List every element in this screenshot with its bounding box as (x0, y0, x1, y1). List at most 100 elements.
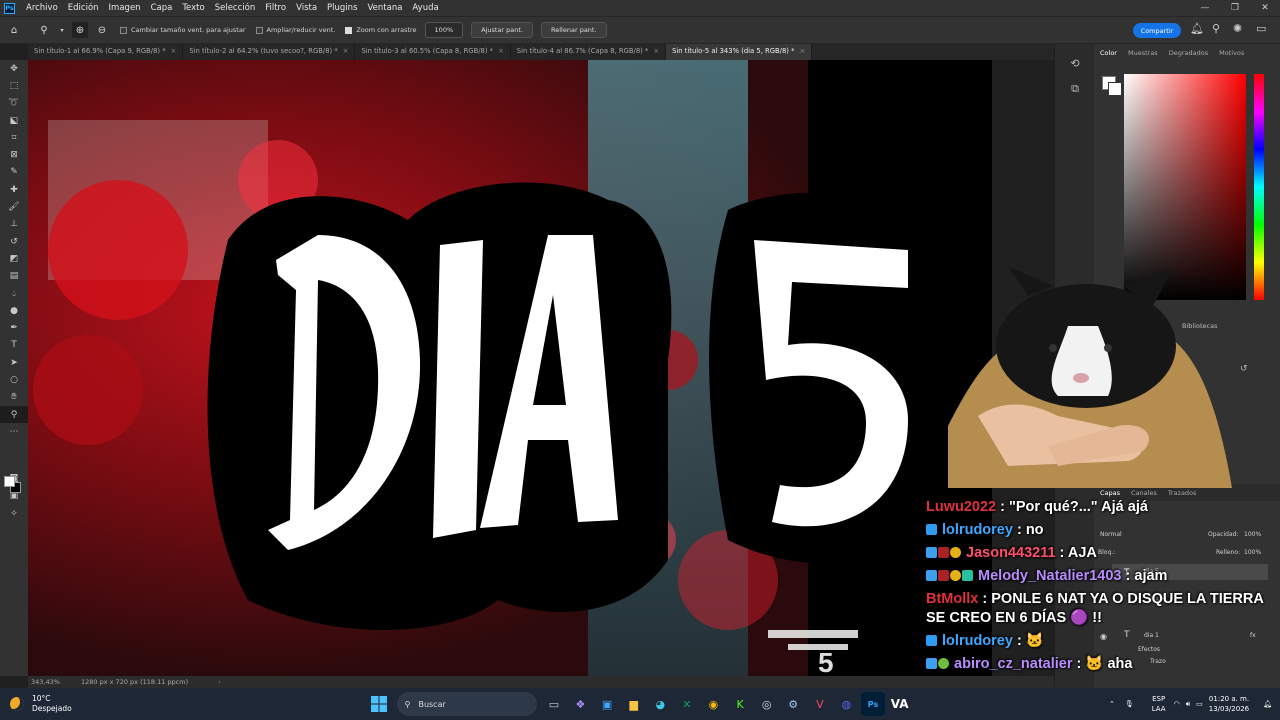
tab-doc-5[interactable]: Sin título-5 al 343% (dia 5, RGB/8) * × (666, 44, 813, 60)
discord-icon[interactable]: ◍ (834, 692, 858, 716)
zoom-readout[interactable]: 343,43% (31, 678, 81, 686)
menu-plugins[interactable]: Plugins (322, 3, 362, 13)
brush-tool-icon[interactable]: 🖌︎ (0, 198, 28, 215)
menu-texto[interactable]: Texto (177, 3, 209, 13)
resize-windows-checkbox[interactable]: Cambiar tamaño vent. para ajustar (120, 26, 246, 34)
more-tools-icon[interactable]: ⋯ (0, 423, 28, 440)
blur-tool-icon[interactable]: 💧︎ (0, 285, 28, 302)
valorant-icon[interactable]: V (808, 692, 832, 716)
steam-icon[interactable]: ⚙ (781, 692, 805, 716)
menu-vista[interactable]: Vista (291, 3, 322, 13)
menu-seleccion[interactable]: Selección (210, 3, 261, 13)
language-indicator[interactable]: ESP LAA (1152, 694, 1166, 714)
document-info[interactable]: 1280 px x 720 px (118.11 ppcm) (81, 678, 188, 686)
shape-tool-icon[interactable]: ○ (0, 371, 28, 388)
history-icon[interactable]: ⟲ (1055, 50, 1095, 76)
stamp-tool-icon[interactable]: ⊥ (0, 216, 28, 233)
menu-imagen[interactable]: Imagen (104, 3, 146, 13)
folder-icon[interactable]: ▆ (622, 692, 646, 716)
workspace-icon[interactable]: ▭ (1256, 22, 1266, 35)
pen-tool-icon[interactable]: ✒ (0, 319, 28, 336)
scrubby-zoom-checkbox[interactable]: Zoom con arrastre (345, 26, 417, 34)
close-icon[interactable]: × (653, 47, 659, 55)
taskbar-search[interactable]: ⚲ Buscar (396, 692, 537, 716)
minimize-icon[interactable]: — (1190, 3, 1220, 13)
tab-doc-2[interactable]: Sin título-2 al 64.2% (tuvo secoo?, RGB/… (183, 44, 356, 60)
chevron-down-icon[interactable]: ▾ (58, 22, 66, 38)
tab-motivos[interactable]: Motivos (1219, 49, 1244, 57)
fit-screen-button[interactable]: Ajustar pant. (471, 22, 534, 38)
clock[interactable]: 01:20 a. m. 13/03/2026 (1209, 694, 1249, 714)
notification-bell-icon[interactable]: 🔔︎ (1263, 700, 1272, 708)
path-select-icon[interactable]: ➤ (0, 354, 28, 371)
close-icon[interactable]: × (498, 47, 504, 55)
tab-muestras[interactable]: Muestras (1128, 49, 1158, 57)
reset-icon[interactable]: ↺ (1240, 364, 1248, 374)
hue-slider[interactable] (1254, 74, 1264, 300)
menu-capa[interactable]: Capa (146, 3, 178, 13)
type-tool-icon[interactable]: T (0, 337, 28, 354)
chevron-up-icon[interactable]: ⌃ (1109, 700, 1115, 708)
weather-widget[interactable]: 10°C Despejado (10, 694, 72, 714)
zoom-out-icon[interactable]: ⊖ (94, 22, 110, 38)
edge-icon[interactable]: ◕ (648, 692, 672, 716)
lightbulb-icon[interactable]: ✺ (1233, 22, 1242, 35)
document-canvas[interactable]: 5 (28, 60, 992, 676)
close-icon[interactable]: × (171, 47, 177, 55)
tab-doc-4[interactable]: Sin título-4 al 86.7% (Capa 8, RGB/8) * × (511, 44, 667, 60)
dodge-tool-icon[interactable]: ● (0, 302, 28, 319)
move-tool-icon[interactable]: ✥ (0, 60, 28, 77)
chevron-right-icon[interactable]: › (218, 678, 221, 686)
zoom-all-checkbox[interactable]: Ampliar/reducir vent. (255, 26, 335, 34)
wifi-icon[interactable]: ◠ (1174, 700, 1180, 708)
excel-icon[interactable]: ✕ (675, 692, 699, 716)
object-select-tool-icon[interactable]: ⬕ (0, 112, 28, 129)
close-icon[interactable]: ✕ (1250, 3, 1280, 13)
menu-ventana[interactable]: Ventana (363, 3, 408, 13)
volume-icon[interactable]: 🔊︎ (1186, 700, 1190, 709)
windows-start-icon[interactable] (367, 692, 391, 716)
search-icon[interactable]: ⚲ (1212, 22, 1220, 35)
lasso-tool-icon[interactable]: ➰ (0, 95, 28, 112)
eyedropper-tool-icon[interactable]: ✎ (0, 164, 28, 181)
foreground-color-swatch[interactable] (4, 476, 15, 487)
tab-doc-3[interactable]: Sin título-3 al 60.5% (Capa 8, RGB/8) * × (355, 44, 511, 60)
menu-edicion[interactable]: Edición (63, 3, 104, 13)
menu-archivo[interactable]: Archivo (21, 3, 63, 13)
close-icon[interactable]: × (343, 47, 349, 55)
generative-icon[interactable]: ✧ (0, 505, 28, 522)
marquee-tool-icon[interactable]: ⬚ (0, 77, 28, 94)
crop-tool-icon[interactable]: ⌗ (0, 129, 28, 146)
zoom-value-field[interactable]: 100% (424, 22, 464, 38)
gradient-tool-icon[interactable]: ▤ (0, 268, 28, 285)
menu-filtro[interactable]: Filtro (260, 3, 291, 13)
task-view-icon[interactable]: ▭ (542, 692, 566, 716)
menu-ayuda[interactable]: Ayuda (407, 3, 443, 13)
battery-icon[interactable]: ▭ (1196, 700, 1203, 708)
close-icon[interactable]: × (800, 47, 806, 55)
kick-icon[interactable]: K (728, 692, 752, 716)
frame-tool-icon[interactable]: ⊠ (0, 146, 28, 163)
restore-icon[interactable]: ❐ (1220, 3, 1250, 13)
obs-icon[interactable]: ◎ (755, 692, 779, 716)
share-button[interactable]: Compartir (1133, 23, 1181, 38)
tab-color[interactable]: Color (1100, 49, 1117, 57)
actions-icon[interactable]: ⧉ (1055, 76, 1095, 102)
fill-screen-button[interactable]: Rellenar pant. (541, 22, 607, 38)
zoom-tool-icon[interactable]: ⚲ (36, 22, 52, 38)
healing-brush-icon[interactable]: ✚ (0, 181, 28, 198)
store-icon[interactable]: ▣ (595, 692, 619, 716)
photoshop-taskbar-icon[interactable]: Ps (861, 692, 886, 716)
zoom-tool-icon[interactable]: ⚲ (0, 405, 28, 424)
hand-tool-icon[interactable]: ✋︎ (0, 389, 28, 406)
zoom-in-icon[interactable]: ⊕ (72, 22, 88, 38)
tab-degradados[interactable]: Degradados (1169, 49, 1208, 57)
bell-icon[interactable]: 🔔︎ (1190, 22, 1204, 35)
panel-bg-swatch[interactable] (1108, 82, 1122, 96)
tab-doc-1[interactable]: Sin título-1 al 66.9% (Capa 9, RGB/8) * × (28, 44, 184, 60)
copilot-icon[interactable]: ❖ (568, 692, 592, 716)
chrome-icon[interactable]: ◉ (701, 692, 725, 716)
microphone-icon[interactable]: 🎙︎ (1125, 700, 1134, 708)
eraser-tool-icon[interactable]: ◩ (0, 250, 28, 267)
va-label[interactable]: VA (888, 692, 912, 716)
